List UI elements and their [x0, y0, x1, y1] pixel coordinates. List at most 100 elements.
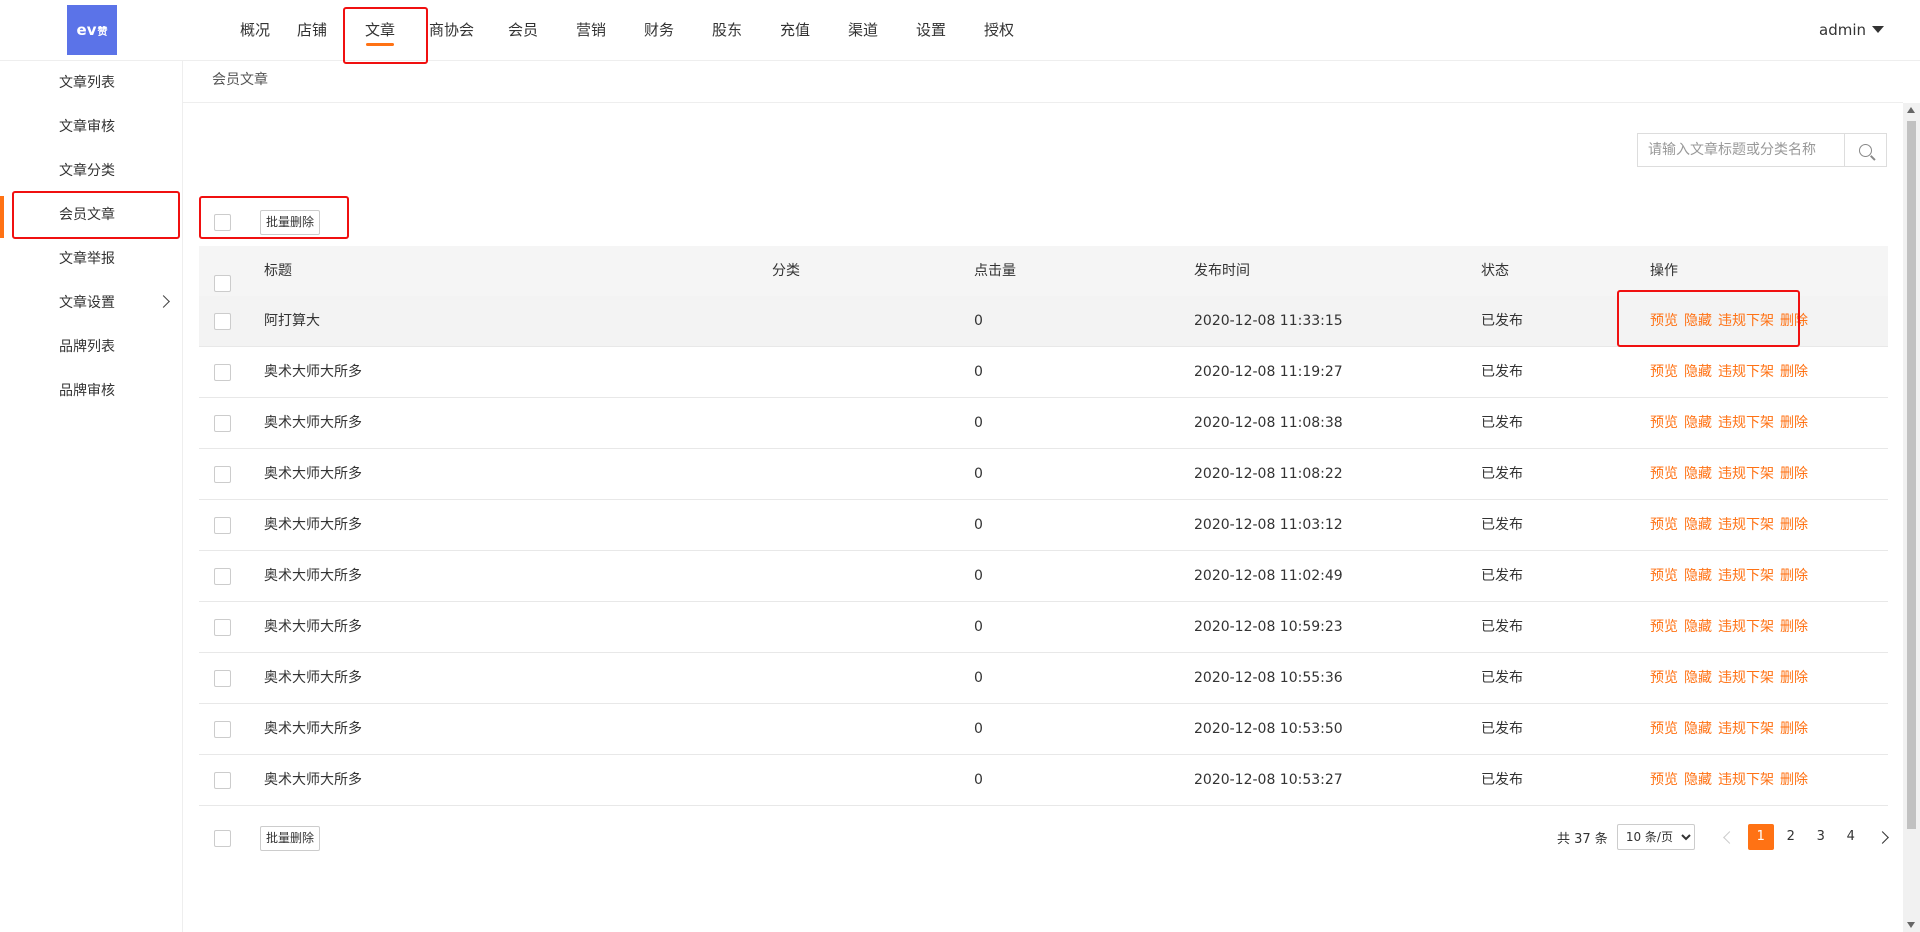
hide-link[interactable]: 隐藏: [1684, 415, 1712, 431]
logo[interactable]: ev 赞: [67, 5, 117, 55]
delete-link[interactable]: 删除: [1780, 670, 1808, 686]
cell-ops: 预览 隐藏 违规下架 删除: [1650, 755, 1814, 806]
delete-link[interactable]: 删除: [1780, 364, 1808, 380]
articles-table: 标题 分类 点击量 发布时间 状态 操作 阿打算大 0 2020-12-08 11:…: [199, 246, 1888, 806]
select-all-checkbox[interactable]: [214, 275, 231, 292]
takedown-link[interactable]: 违规下架: [1718, 670, 1774, 686]
hide-link[interactable]: 隐藏: [1684, 517, 1712, 533]
takedown-link[interactable]: 违规下架: [1718, 517, 1774, 533]
takedown-link[interactable]: 违规下架: [1718, 772, 1774, 788]
takedown-link[interactable]: 违规下架: [1718, 568, 1774, 584]
caret-down-icon: [1872, 26, 1884, 33]
hide-link[interactable]: 隐藏: [1684, 670, 1712, 686]
sidebar-item-0[interactable]: 文章列表: [0, 61, 182, 105]
nav-item-11[interactable]: 授权: [965, 0, 1033, 60]
nav-item-5[interactable]: 营销: [557, 0, 625, 60]
hide-link[interactable]: 隐藏: [1684, 364, 1712, 380]
preview-link[interactable]: 预览: [1650, 313, 1678, 329]
takedown-link[interactable]: 违规下架: [1718, 466, 1774, 482]
row-checkbox[interactable]: [214, 670, 231, 687]
nav-item-2[interactable]: 文章: [346, 0, 414, 60]
scroll-up-arrow-icon[interactable]: [1907, 107, 1915, 113]
preview-link[interactable]: 预览: [1650, 364, 1678, 380]
scroll-down-arrow-icon[interactable]: [1907, 922, 1915, 928]
nav-item-6[interactable]: 财务: [625, 0, 693, 60]
hide-link[interactable]: 隐藏: [1684, 313, 1712, 329]
sidebar-item-6[interactable]: 品牌列表: [0, 325, 182, 369]
delete-link[interactable]: 删除: [1780, 313, 1808, 329]
preview-link[interactable]: 预览: [1650, 670, 1678, 686]
takedown-link[interactable]: 违规下架: [1718, 364, 1774, 380]
hide-link[interactable]: 隐藏: [1684, 721, 1712, 737]
sidebar-item-2[interactable]: 文章分类: [0, 149, 182, 193]
page-button-2[interactable]: 2: [1778, 824, 1804, 850]
next-page-icon[interactable]: [1875, 830, 1889, 844]
nav-item-8[interactable]: 充值: [761, 0, 829, 60]
hide-link[interactable]: 隐藏: [1684, 619, 1712, 635]
row-checkbox[interactable]: [214, 619, 231, 636]
prev-page-icon[interactable]: [1722, 830, 1736, 844]
cell-title: 奥术大师大所多: [264, 721, 362, 737]
preview-link[interactable]: 预览: [1650, 721, 1678, 737]
sidebar-item-7[interactable]: 品牌审核: [0, 369, 182, 413]
delete-link[interactable]: 删除: [1780, 517, 1808, 533]
nav-item-10[interactable]: 设置: [897, 0, 965, 60]
row-check-cell: [214, 772, 231, 793]
hide-link[interactable]: 隐藏: [1684, 772, 1712, 788]
row-checkbox[interactable]: [214, 568, 231, 585]
delete-link[interactable]: 删除: [1780, 721, 1808, 737]
page-size-select[interactable]: 10 条/页: [1616, 824, 1695, 850]
sidebar-item-3[interactable]: 会员文章: [0, 193, 182, 238]
nav-item-9[interactable]: 渠道: [829, 0, 897, 60]
preview-link[interactable]: 预览: [1650, 466, 1678, 482]
sidebar-item-1[interactable]: 文章审核: [0, 105, 182, 149]
preview-link[interactable]: 预览: [1650, 772, 1678, 788]
user-menu[interactable]: admin: [1819, 0, 1884, 60]
top-bar: ev 赞 概况 店铺 文章 商协会 会员 营销 财务 股东 充值 渠道 设置 授权 admin: [0, 0, 1920, 61]
search-button[interactable]: [1844, 134, 1886, 166]
takedown-link[interactable]: 违规下架: [1718, 415, 1774, 431]
cell-ops: 预览 隐藏 违规下架 删除: [1650, 653, 1814, 704]
takedown-link[interactable]: 违规下架: [1718, 721, 1774, 737]
batch-delete-button-bottom[interactable]: 批量删除: [260, 826, 321, 851]
delete-link[interactable]: 删除: [1780, 466, 1808, 482]
nav-item-7[interactable]: 股东: [693, 0, 761, 60]
batch-delete-button-top[interactable]: 批量删除: [260, 210, 321, 235]
row-checkbox[interactable]: [214, 466, 231, 483]
row-check-cell: [214, 313, 231, 334]
select-all-checkbox-bottom[interactable]: [214, 830, 231, 847]
cell-title: 奥术大师大所多: [264, 364, 362, 380]
takedown-link[interactable]: 违规下架: [1718, 313, 1774, 329]
delete-link[interactable]: 删除: [1780, 772, 1808, 788]
scroll-thumb[interactable]: [1907, 121, 1916, 829]
search-input[interactable]: [1638, 134, 1844, 166]
scrollbar[interactable]: [1903, 103, 1920, 932]
preview-link[interactable]: 预览: [1650, 619, 1678, 635]
delete-link[interactable]: 删除: [1780, 619, 1808, 635]
delete-link[interactable]: 删除: [1780, 415, 1808, 431]
row-checkbox[interactable]: [214, 313, 231, 330]
page-button-3[interactable]: 3: [1808, 824, 1834, 850]
header-ops: 操作: [1650, 263, 1678, 279]
row-checkbox[interactable]: [214, 364, 231, 381]
nav-item-0[interactable]: 概况: [232, 0, 278, 60]
preview-link[interactable]: 预览: [1650, 568, 1678, 584]
nav-item-3[interactable]: 商协会: [414, 0, 489, 60]
row-checkbox[interactable]: [214, 517, 231, 534]
page-button-4[interactable]: 4: [1838, 824, 1864, 850]
sidebar-item-4[interactable]: 文章举报: [0, 237, 182, 281]
nav-item-1[interactable]: 店铺: [278, 0, 346, 60]
hide-link[interactable]: 隐藏: [1684, 568, 1712, 584]
page-button-1[interactable]: 1: [1747, 824, 1774, 850]
select-all-checkbox-top[interactable]: [214, 214, 231, 231]
preview-link[interactable]: 预览: [1650, 517, 1678, 533]
sidebar-item-5[interactable]: 文章设置: [0, 281, 182, 325]
takedown-link[interactable]: 违规下架: [1718, 619, 1774, 635]
row-checkbox[interactable]: [214, 721, 231, 738]
row-checkbox[interactable]: [214, 415, 231, 432]
hide-link[interactable]: 隐藏: [1684, 466, 1712, 482]
row-checkbox[interactable]: [214, 772, 231, 789]
delete-link[interactable]: 删除: [1780, 568, 1808, 584]
nav-item-4[interactable]: 会员: [489, 0, 557, 60]
preview-link[interactable]: 预览: [1650, 415, 1678, 431]
